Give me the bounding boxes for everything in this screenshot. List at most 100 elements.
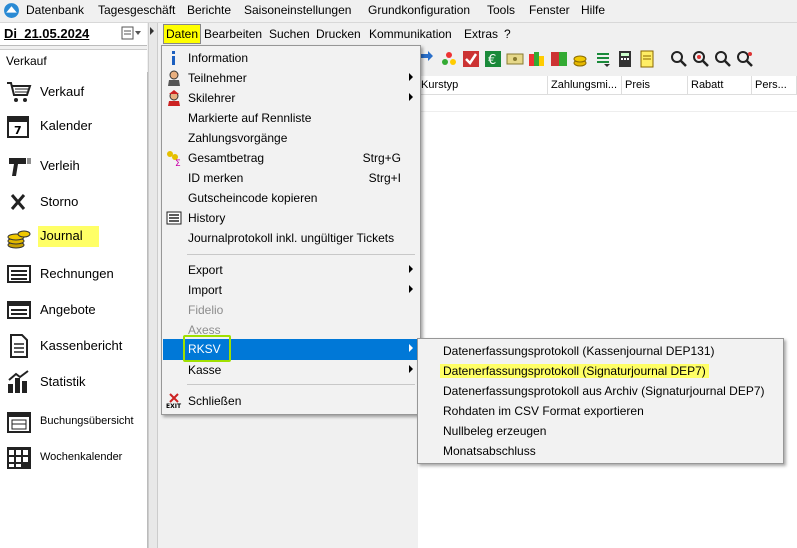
column-header-preis[interactable]: Preis — [622, 76, 688, 94]
menu-item-gutscheincode-kopieren[interactable]: Gutscheincode kopieren — [163, 188, 419, 208]
menu-item-journalprotokoll[interactable]: Journalprotokoll inkl. ungültiger Ticket… — [163, 228, 419, 248]
menu-item-label: Fidelio — [188, 303, 224, 317]
submenu-item-dep131[interactable]: Datenerfassungsprotokoll (Kassenjournal … — [419, 341, 782, 361]
column-header-personen[interactable]: Pers... — [752, 76, 797, 94]
menu-item-id-merken[interactable]: ID merken Strg+I — [163, 168, 419, 188]
checkmark-icon[interactable] — [462, 50, 480, 68]
menu-item-kasse[interactable]: Kasse — [163, 360, 419, 380]
color-bars-icon[interactable] — [528, 50, 546, 68]
menu-item-schliessen[interactable]: EXIT Schließen — [163, 391, 419, 411]
submenu-arrow-icon — [409, 93, 413, 101]
document-icon — [10, 334, 28, 358]
menu-help[interactable]: ? — [504, 27, 511, 41]
menu-item-markierte-auf-rennliste[interactable]: Markierte auf Rennliste — [163, 108, 419, 128]
collapse-arrow-icon[interactable] — [150, 27, 154, 35]
table-row[interactable] — [418, 95, 797, 112]
menu-suchen[interactable]: Suchen — [269, 27, 310, 41]
menu-item-label: Teilnehmer — [188, 71, 247, 85]
sidebar-item-kalender[interactable]: 7 Kalender — [0, 108, 147, 142]
search-number-icon[interactable] — [714, 50, 732, 68]
banknote-icon[interactable] — [506, 50, 524, 68]
rksv-submenu: Datenerfassungsprotokoll (Kassenjournal … — [417, 338, 784, 464]
date-selector[interactable]: Di 21.05.2024 — [0, 23, 147, 46]
svg-text:€: € — [488, 53, 496, 68]
menu-tools[interactable]: Tools — [487, 3, 515, 17]
color-wheel-icon[interactable] — [440, 50, 458, 68]
menu-item-history[interactable]: History — [163, 208, 419, 228]
menu-datenbank[interactable]: Datenbank — [26, 3, 84, 17]
menu-separator — [187, 384, 415, 385]
menu-item-teilnehmer[interactable]: Teilnehmer — [163, 68, 419, 88]
sidebar-item-rechnungen[interactable]: Rechnungen — [0, 256, 147, 290]
submenu-item-csv-export[interactable]: Rohdaten im CSV Format exportieren — [419, 401, 782, 421]
search-person-icon[interactable] — [736, 50, 754, 68]
sidebar-label: Wochenkalender — [40, 451, 123, 463]
stack-arrows-icon[interactable] — [594, 50, 612, 68]
sidebar-label: Verkauf — [40, 84, 85, 99]
menu-drucken[interactable]: Drucken — [316, 27, 361, 41]
menu-daten[interactable]: Daten — [163, 24, 202, 44]
menu-item-label: Gesamtbetrag — [188, 151, 265, 165]
sidebar-item-journal[interactable]: Journal — [0, 220, 147, 254]
menu-separator — [187, 254, 415, 255]
menu-item-label: ID merken — [188, 171, 244, 185]
search-icon[interactable] — [670, 50, 688, 68]
submenu-arrow-icon — [409, 265, 413, 273]
sidebar-label: Statistik — [40, 374, 86, 389]
menu-item-export[interactable]: Export — [163, 260, 419, 280]
calculator-icon[interactable] — [616, 50, 634, 68]
info-icon — [172, 51, 175, 65]
sidebar-label: Journal — [38, 226, 99, 247]
sidebar-item-kassenbericht[interactable]: Kassenbericht — [0, 328, 147, 362]
current-date[interactable]: Di 21.05.2024 — [4, 26, 89, 41]
menu-extras[interactable]: Extras — [464, 27, 498, 41]
shortcut-label: Strg+G — [362, 151, 401, 165]
submenu-arrow-icon — [409, 365, 413, 373]
section-header: Verkauf — [0, 49, 147, 73]
submenu-item-dep7-archiv[interactable]: Datenerfassungsprotokoll aus Archiv (Sig… — [419, 381, 782, 401]
menu-bearbeiten[interactable]: Bearbeiten — [204, 27, 262, 41]
menu-item-fidelio: Fidelio — [163, 300, 419, 320]
sidebar-item-buchungsuebersicht[interactable]: Buchungsübersicht — [0, 404, 147, 438]
sort-color-icon[interactable] — [550, 50, 568, 68]
menu-hilfe[interactable]: Hilfe — [581, 3, 605, 17]
note-icon[interactable] — [638, 50, 656, 68]
submenu-item-monatsabschluss[interactable]: Monatsabschluss — [419, 441, 782, 461]
submenu-item-dep7[interactable]: Datenerfassungsprotokoll (Signaturjourna… — [419, 361, 782, 381]
column-header-zahlungsmittel[interactable]: Zahlungsmi... — [548, 76, 622, 94]
menu-grundkonfiguration[interactable]: Grundkonfiguration — [368, 3, 470, 17]
menu-berichte[interactable]: Berichte — [187, 3, 231, 17]
menu-item-label: Kasse — [188, 363, 222, 377]
menu-item-zahlungsvorgaenge[interactable]: Zahlungsvorgänge — [163, 128, 419, 148]
panel-splitter[interactable] — [148, 23, 158, 548]
sidebar-item-verleih[interactable]: Verleih — [0, 148, 147, 182]
menu-tagesgeschaeft[interactable]: Tagesgeschäft — [98, 3, 175, 17]
svg-text:EXIT: EXIT — [166, 403, 182, 409]
menu-item-information[interactable]: Information — [163, 48, 419, 68]
menu-item-gesamtbetrag[interactable]: Σ Gesamtbetrag Strg+G — [163, 148, 419, 168]
main-menubar: Datenbank Tagesgeschäft Berichte Saisone… — [0, 0, 797, 23]
column-header-kurstyp[interactable]: Kurstyp — [418, 76, 548, 94]
column-header-rabatt[interactable]: Rabatt — [688, 76, 752, 94]
journal-table-body — [418, 95, 797, 548]
sidebar-item-verkauf[interactable]: Verkauf — [0, 74, 147, 108]
sidebar-item-angebote[interactable]: Angebote — [0, 292, 147, 326]
euro-icon[interactable]: € — [484, 50, 502, 68]
search-next-icon[interactable] — [692, 50, 710, 68]
submenu-item-nullbeleg[interactable]: Nullbeleg erzeugen — [419, 421, 782, 441]
menu-item-import[interactable]: Import — [163, 280, 419, 300]
exit-icon: EXIT — [166, 393, 182, 409]
menu-item-skilehrer[interactable]: Skilehrer — [163, 88, 419, 108]
sidebar-item-statistik[interactable]: Statistik — [0, 364, 147, 398]
sidebar-label: Buchungsübersicht — [40, 415, 134, 427]
svg-text:7: 7 — [14, 124, 22, 137]
menu-saisoneinstellungen[interactable]: Saisoneinstellungen — [244, 3, 351, 17]
menu-kommunikation[interactable]: Kommunikation — [369, 27, 452, 41]
sidebar: Verkauf 7 Kalender Verleih Storno Journa… — [0, 72, 148, 548]
sidebar-item-storno[interactable]: Storno — [0, 184, 147, 218]
sidebar-label: Verleih — [40, 158, 80, 173]
calendar-dropdown-icon[interactable] — [121, 26, 143, 41]
sidebar-item-wochenkalender[interactable]: Wochenkalender — [0, 440, 147, 474]
menu-fenster[interactable]: Fenster — [529, 3, 570, 17]
gold-coins-icon[interactable] — [572, 50, 590, 68]
